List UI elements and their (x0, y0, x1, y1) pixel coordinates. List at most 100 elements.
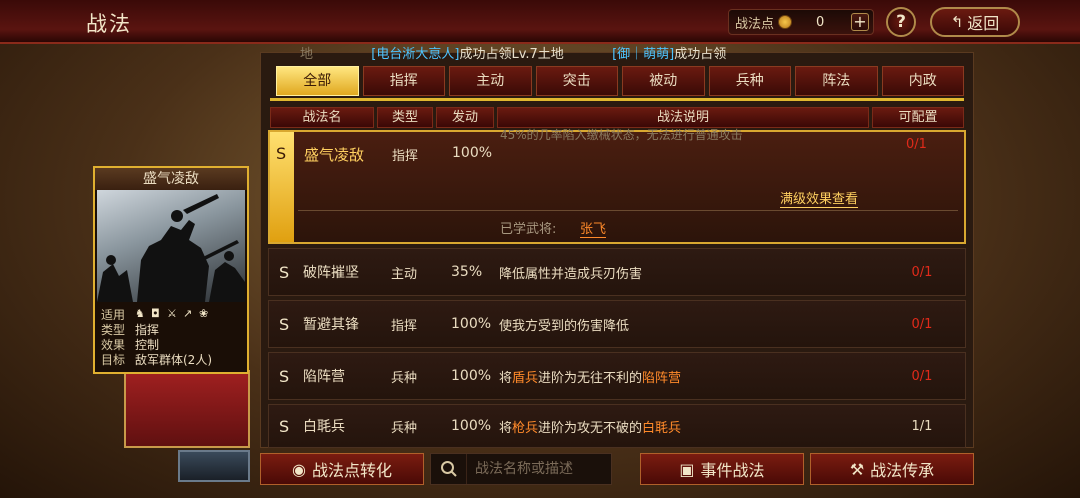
search-icon[interactable] (431, 454, 467, 484)
tactic-card-back (124, 370, 250, 448)
cavalry-icon: ♞ (135, 307, 145, 320)
row-grade: S (279, 366, 290, 386)
header-description: 战法说明 (497, 107, 869, 128)
desc-text: 进阶为无往不利的 (538, 370, 643, 386)
header-type[interactable]: 类型 (377, 107, 433, 128)
tab-troop[interactable]: 兵种 (708, 66, 791, 96)
row-name: 暂避其锋 (303, 317, 359, 333)
top-bar: 战法 战法点 0 + ? ↰ 返回 (0, 0, 1080, 44)
search-box (430, 453, 612, 485)
table-row-expanded[interactable]: S 盛气凌敌 指挥 100% 45%的几率陷入缴械状态，无法进行普通攻击 0/1… (268, 128, 966, 244)
tactic-points-box: 战法点 0 + (728, 9, 874, 35)
shield-icon: ◘ (151, 307, 160, 320)
row-type: 兵种 (391, 370, 418, 386)
desc-highlight: 陷阵营 (642, 370, 682, 386)
stat-fit-label: 适用 (101, 308, 126, 322)
row-name: 白毦兵 (303, 419, 345, 435)
server-ticker: 地 [电台淅大恴人]成功占领Lv.7土地 [御｜萌萌]成功占领 (300, 43, 780, 61)
scroll-icon: ▣ (679, 459, 695, 479)
row-configurable: 0/1 (911, 316, 933, 332)
row-trigger: 35% (451, 264, 483, 280)
table-row[interactable]: S 暂避其锋 指挥 100% 使我方受到的伤害降低 0/1 (268, 300, 966, 348)
event-tactics-button[interactable]: ▣ 事件战法 (640, 453, 804, 485)
inherit-tactics-button[interactable]: ⚒ 战法传承 (810, 453, 974, 485)
card-artwork (97, 190, 245, 302)
tactic-points-label: 战法点 (735, 16, 775, 32)
back-arrow-icon: ↰ (950, 13, 964, 31)
row-description: 使我方受到的伤害降低 (499, 318, 630, 334)
table-row[interactable]: S 破阵摧坚 主动 35% 降低属性并造成兵刃伤害 0/1 (268, 248, 966, 296)
row-grade: S (276, 144, 287, 163)
ticker-message-2: 成功占领 (674, 47, 727, 61)
header-trigger[interactable]: 发动 (436, 107, 494, 128)
event-tactics-label: 事件战法 (700, 461, 765, 480)
learned-general-link[interactable]: 张飞 (580, 218, 607, 238)
stat-target-label: 目标 (101, 353, 126, 367)
spear-icon: ↗ (183, 307, 193, 320)
row-name: 陷阵营 (303, 369, 345, 385)
tab-assault[interactable]: 突击 (535, 66, 618, 96)
back-button-label: 返回 (967, 14, 1000, 33)
max-level-effect-link[interactable]: 满级效果查看 (780, 188, 859, 208)
stat-type-value: 指挥 (135, 323, 160, 337)
page-title: 战法 (86, 12, 132, 36)
card-title: 盛气凌敌 (95, 168, 247, 190)
tactic-points-value: 0 (816, 14, 825, 30)
convert-points-label: 战法点转化 (311, 461, 392, 480)
ticker-message-1: 成功占领Lv.7土地 (459, 47, 564, 61)
ticker-player-2: [御｜萌萌] (612, 47, 675, 61)
stat-effect-label: 效果 (101, 338, 126, 352)
row-name: 破阵摧坚 (303, 265, 359, 281)
tab-passive[interactable]: 被动 (622, 66, 705, 96)
category-tabs: 全部 指挥 主动 突击 被动 兵种 阵法 内政 (276, 66, 964, 96)
tab-all[interactable]: 全部 (276, 66, 359, 96)
convert-points-button[interactable]: ◉ 战法点转化 (260, 453, 424, 485)
tab-command[interactable]: 指挥 (362, 66, 445, 96)
row-description: 45%的几率陷入缴械状态，无法进行普通攻击 (500, 128, 743, 142)
row-trigger: 100% (451, 316, 492, 332)
row-configurable: 0/1 (906, 137, 927, 152)
add-points-button[interactable]: + (851, 13, 869, 31)
back-button[interactable]: ↰ 返回 (930, 7, 1020, 37)
tab-formation[interactable]: 阵法 (795, 66, 878, 96)
desc-highlight: 盾兵 (512, 370, 539, 386)
inherit-tactics-label: 战法传承 (870, 461, 935, 480)
row-type: 主动 (391, 266, 418, 282)
row-grade: S (279, 416, 290, 436)
stat-target-value: 敌军群体(2人) (135, 353, 212, 367)
header-configurable[interactable]: 可配置 (872, 107, 964, 128)
table-row[interactable]: S 陷阵营 兵种 100% 将盾兵 进阶为无往不利的 陷阵营 0/1 (268, 352, 966, 400)
row-grade: S (279, 262, 290, 282)
row-type: 指挥 (392, 149, 419, 164)
stat-target-row: 目标 敌军群体(2人) (101, 353, 212, 368)
stat-fit-row: 适用 ♞ ◘ ⚔ ↗ ❀ (101, 308, 212, 323)
row-configurable: 1/1 (911, 418, 933, 434)
tab-internal[interactable]: 内政 (881, 66, 964, 96)
ticker-lead: 地 (300, 47, 314, 61)
row-trigger: 100% (451, 418, 492, 434)
card-stats: 适用 ♞ ◘ ⚔ ↗ ❀ 类型 指挥 效果 控制 目标 敌军群体(2人) (101, 308, 212, 368)
row-type: 兵种 (391, 420, 418, 436)
ticker-player-1: [电台淅大恴人] (371, 47, 460, 61)
row-grade: S (279, 314, 290, 334)
chariot-wheel-icon: ❀ (199, 307, 209, 320)
desc-text: 将 (499, 420, 513, 436)
row-configurable: 0/1 (911, 368, 933, 384)
header-name[interactable]: 战法名 (270, 107, 374, 128)
coin-icon: ◉ (292, 459, 306, 479)
row-trigger: 100% (452, 145, 493, 161)
row-type: 指挥 (391, 318, 418, 334)
table-row[interactable]: S 白毦兵 兵种 100% 将枪兵 进阶为攻无不破的 白毦兵 1/1 (268, 404, 966, 448)
search-input[interactable] (475, 461, 611, 477)
tabs-underline (270, 98, 964, 101)
learned-generals-label: 已学武将: (500, 222, 557, 237)
troop-type-icons: ♞ ◘ ⚔ ↗ ❀ (135, 308, 211, 323)
desc-text: 进阶为攻无不破的 (538, 420, 643, 436)
tactic-card-back (178, 450, 250, 482)
tactic-point-coin-icon (778, 15, 793, 29)
tab-active[interactable]: 主动 (449, 66, 532, 96)
row-description: 降低属性并造成兵刃伤害 (499, 266, 643, 282)
stat-effect-value: 控制 (135, 338, 160, 352)
help-button[interactable]: ? (886, 7, 916, 37)
desc-highlight: 枪兵 (512, 420, 539, 436)
